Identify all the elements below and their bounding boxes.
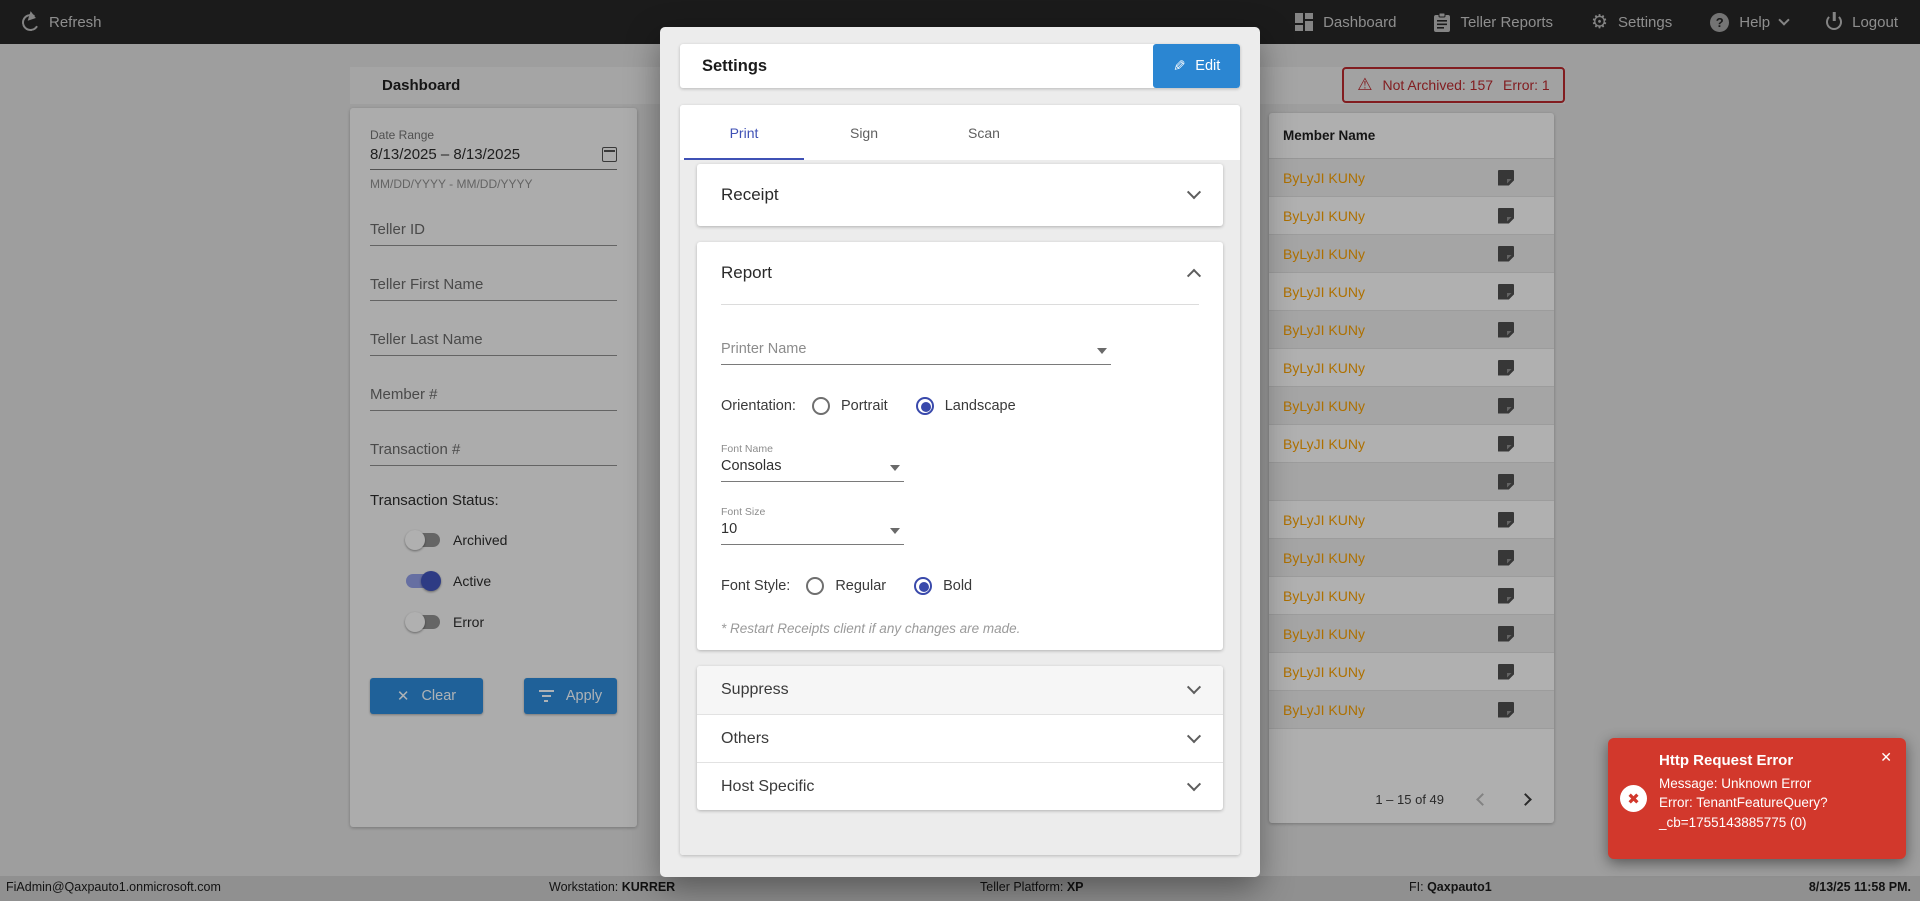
edit-button[interactable]: ✎ Edit xyxy=(1153,44,1240,88)
font-style-bold-option[interactable]: Bold xyxy=(914,577,972,595)
accordion-suppress[interactable]: Suppress xyxy=(697,666,1223,714)
font-style-regular-label: Regular xyxy=(835,578,887,594)
accordion-report-label: Report xyxy=(721,263,773,282)
font-size-select[interactable]: Font Size 10 xyxy=(721,506,904,545)
font-name-label: Font Name xyxy=(721,443,773,455)
tab-sign[interactable]: Sign xyxy=(804,105,924,160)
error-circle-icon: ✖ xyxy=(1620,785,1647,812)
edit-button-label: Edit xyxy=(1195,58,1221,74)
orientation-portrait-label: Portrait xyxy=(840,398,888,414)
toast-message: Message: Unknown Error xyxy=(1659,775,1812,791)
accordion-suppress-label: Suppress xyxy=(721,681,789,698)
orientation-group: Orientation: Portrait Landscape xyxy=(721,397,1199,415)
font-name-select[interactable]: Font Name Consolas xyxy=(721,443,904,482)
font-style-regular-option[interactable]: Regular xyxy=(806,577,886,595)
settings-tabs: Print Sign Scan xyxy=(680,105,1240,160)
divider xyxy=(721,304,1199,305)
chevron-down-icon xyxy=(1186,728,1202,743)
accordion-host-specific[interactable]: Host Specific xyxy=(697,762,1223,810)
font-style-group: Font Style: Regular Bold xyxy=(721,577,1199,595)
orientation-portrait-option[interactable]: Portrait xyxy=(811,397,888,415)
settings-dialog-body: Print Sign Scan Receipt Report Printer N… xyxy=(680,105,1240,855)
radio-unchecked-icon[interactable] xyxy=(806,577,825,595)
orientation-label: Orientation: xyxy=(721,398,796,414)
close-icon[interactable]: ✕ xyxy=(1880,750,1892,847)
accordion-others-label: Others xyxy=(721,729,770,747)
settings-dialog: Settings ✎ Edit Print Sign Scan Receipt … xyxy=(660,27,1260,877)
toast-title: Http Request Error xyxy=(1659,752,1794,769)
radio-checked-icon[interactable] xyxy=(914,577,933,595)
toast-error-line: Error: TenantFeatureQuery? xyxy=(1659,795,1828,811)
orientation-landscape-label: Landscape xyxy=(944,398,1016,414)
accordion-host-specific-label: Host Specific xyxy=(721,777,815,795)
dropdown-arrow-icon xyxy=(890,465,900,471)
chevron-down-icon xyxy=(1186,776,1202,791)
chevron-down-icon xyxy=(1186,185,1202,200)
restart-note: * Restart Receipts client if any changes… xyxy=(721,621,1021,636)
settings-dialog-title: Settings xyxy=(702,56,768,75)
font-style-label: Font Style: xyxy=(721,578,791,594)
chevron-up-icon xyxy=(1186,268,1202,283)
dropdown-arrow-icon xyxy=(1097,348,1107,354)
radio-unchecked-icon[interactable] xyxy=(811,397,830,415)
pencil-icon: ✎ xyxy=(1172,57,1186,75)
settings-dialog-header: Settings ✎ Edit xyxy=(680,44,1240,88)
tab-print[interactable]: Print xyxy=(684,105,804,160)
toast-error-line2: _cb=1755143885775 (0) xyxy=(1659,814,1807,830)
radio-checked-icon[interactable] xyxy=(915,397,934,415)
printer-name-select[interactable]: Printer Name xyxy=(721,341,1111,365)
chevron-down-icon xyxy=(1186,680,1202,695)
font-name-value: Consolas xyxy=(721,458,782,474)
dropdown-arrow-icon xyxy=(890,528,900,534)
accordion-report[interactable]: Report xyxy=(697,242,1223,304)
accordion-area: Receipt Report Printer Name Orientation:… xyxy=(680,160,1240,855)
accordion-others[interactable]: Others xyxy=(697,714,1223,762)
accordion-receipt-label: Receipt xyxy=(721,185,779,204)
tab-scan[interactable]: Scan xyxy=(924,105,1044,160)
accordion-receipt[interactable]: Receipt xyxy=(697,164,1223,226)
font-size-value: 10 xyxy=(721,521,738,537)
font-size-label: Font Size xyxy=(721,506,766,518)
printer-name-placeholder: Printer Name xyxy=(721,341,807,357)
orientation-landscape-option[interactable]: Landscape xyxy=(915,397,1016,415)
error-toast: ✖ Http Request Error Message: Unknown Er… xyxy=(1608,738,1906,859)
font-style-bold-label: Bold xyxy=(943,578,973,594)
